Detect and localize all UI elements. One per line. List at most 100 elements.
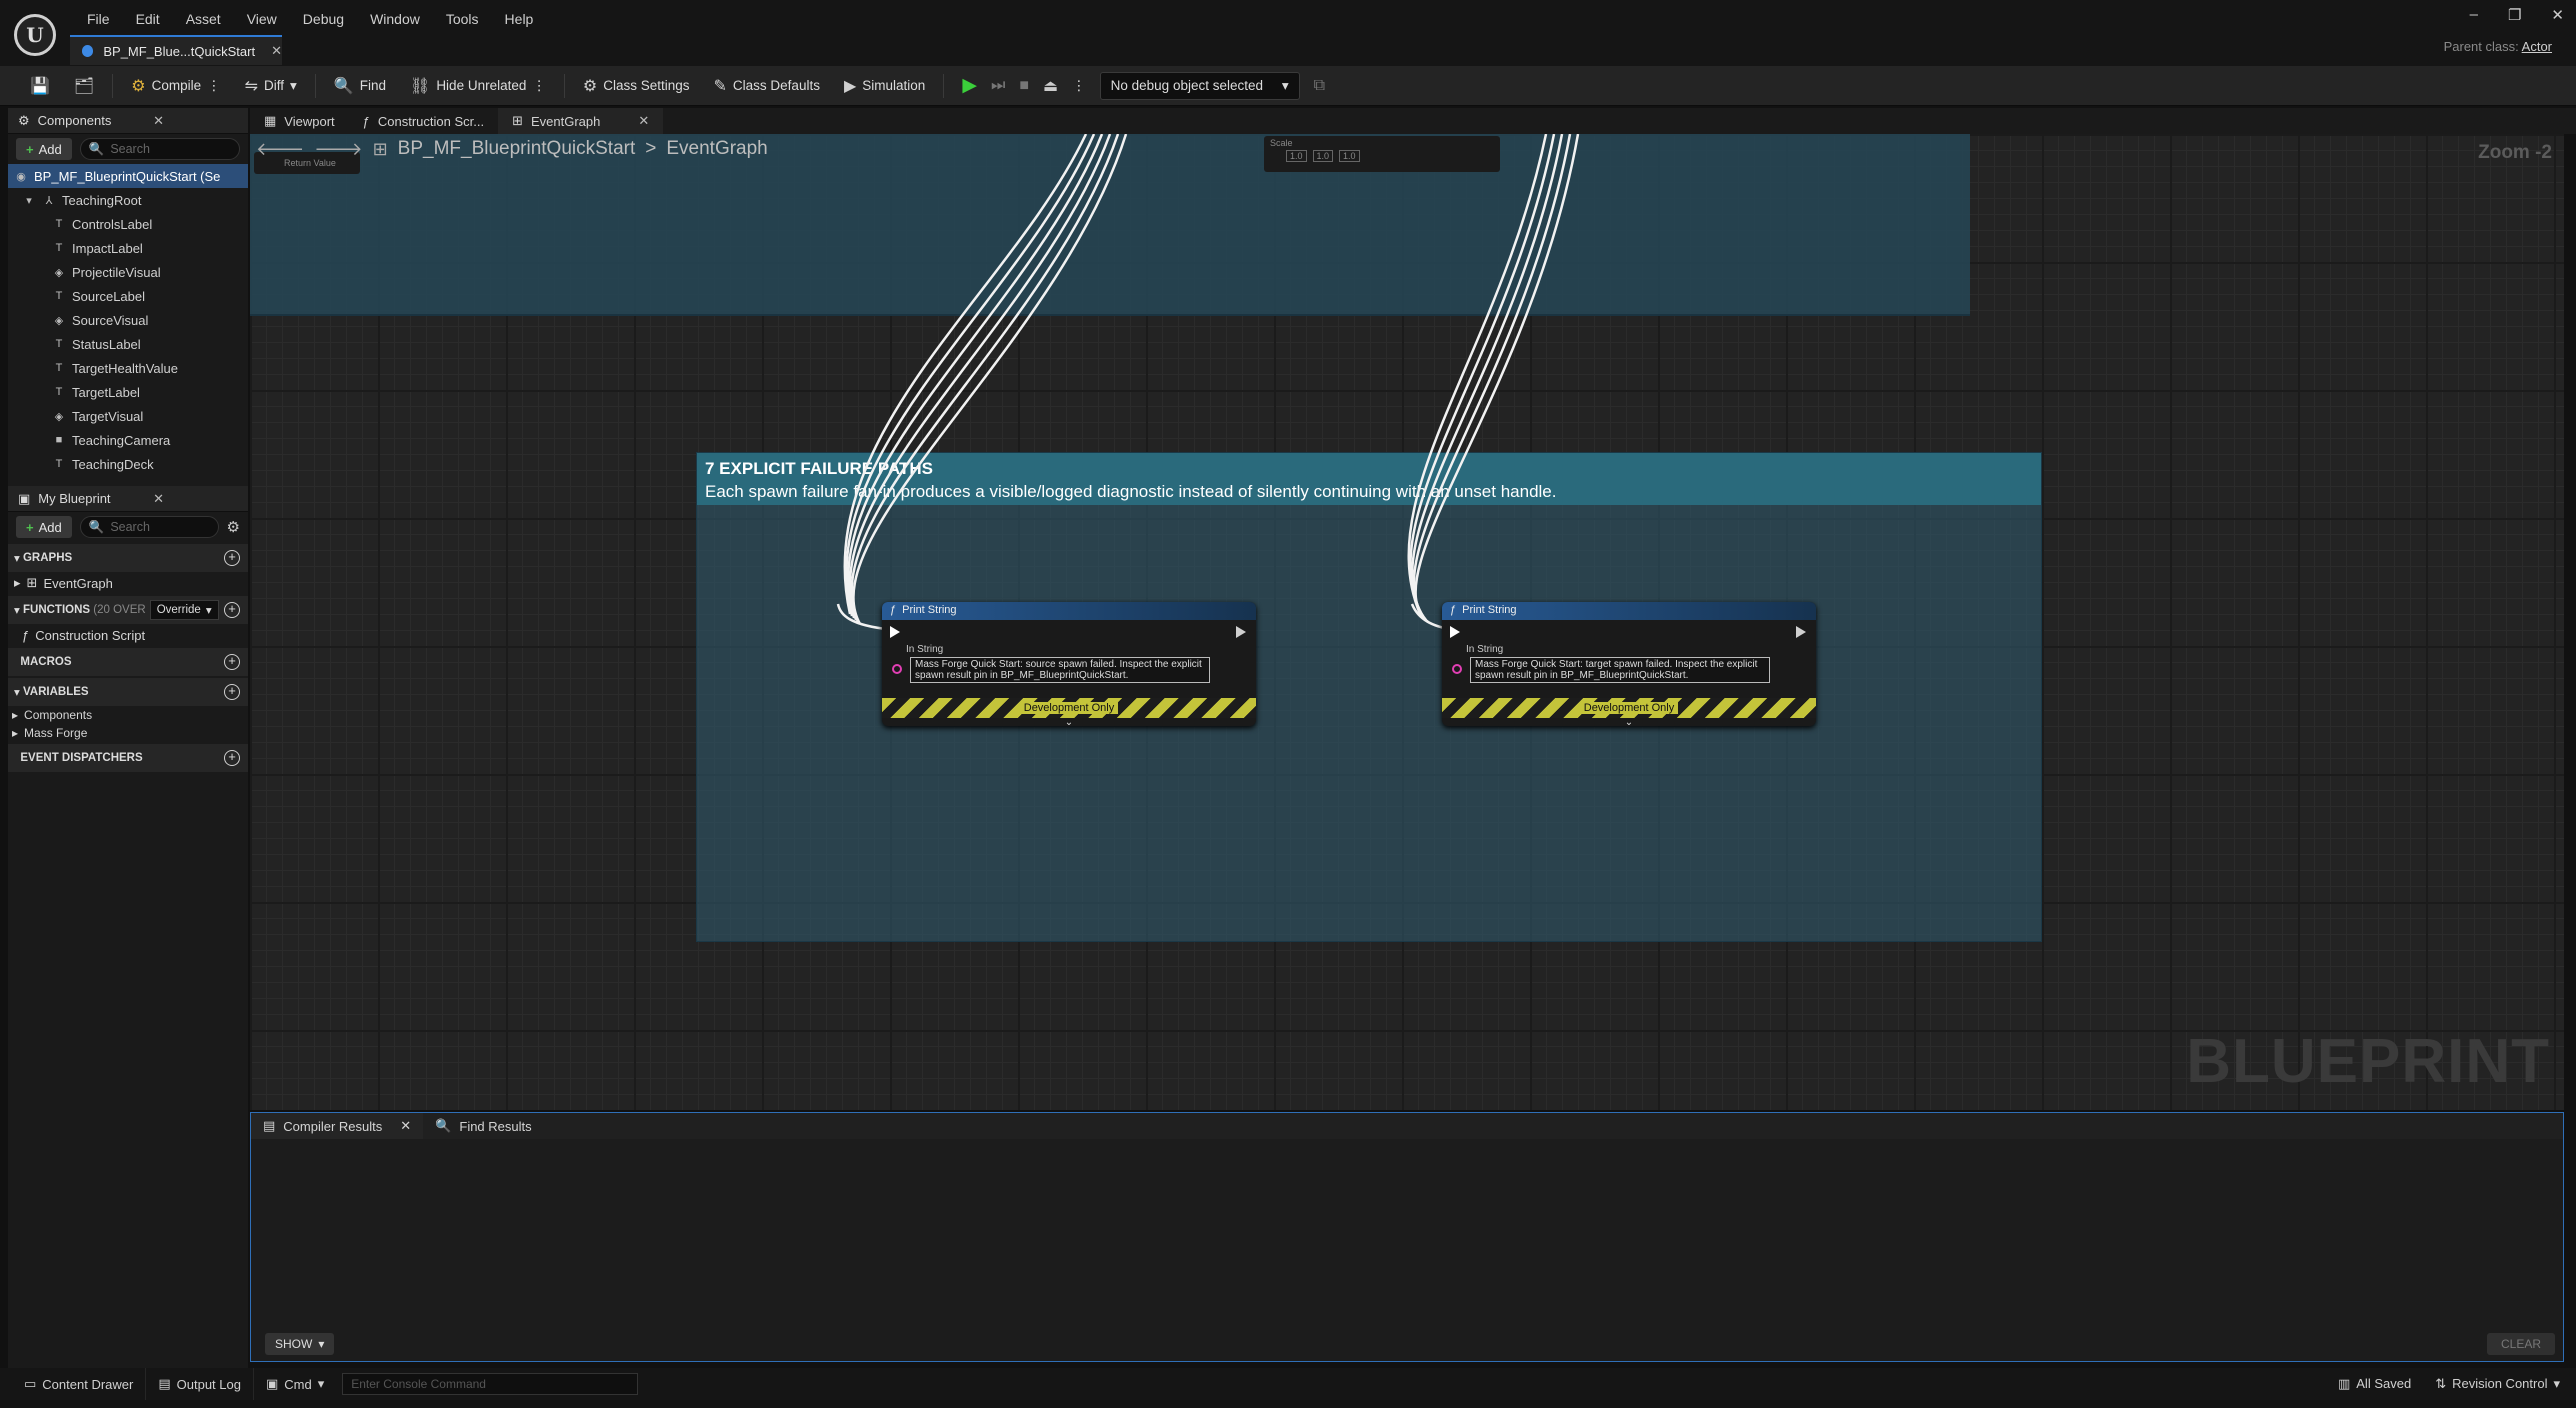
class-defaults-button[interactable]: ✎ Class Defaults	[704, 71, 830, 101]
content-drawer-button[interactable]: ▭ Content Drawer	[12, 1368, 147, 1400]
tree-item[interactable]: ◈ SourceVisual	[8, 308, 248, 332]
close-icon[interactable]: ✕	[153, 113, 164, 129]
eject-icon[interactable]: ⏏	[1043, 76, 1058, 96]
play-icon[interactable]: ▶	[962, 74, 977, 97]
tree-item[interactable]: T SourceLabel	[8, 284, 248, 308]
menu-view[interactable]: View	[234, 10, 290, 28]
graph-canvas[interactable]: Scale 1.0 1.0 1.0 Return Value 🡐 🡒 ⊞ BP_…	[250, 134, 2564, 1110]
override-dropdown[interactable]: Override ▾	[149, 600, 219, 620]
browse-button[interactable]: 🗂	[64, 71, 104, 101]
exec-in-pin[interactable]	[1450, 626, 1460, 638]
menu-edit[interactable]: Edit	[123, 10, 173, 28]
simulation-button[interactable]: ▶ Simulation	[834, 71, 935, 101]
close-icon[interactable]: ✕	[153, 491, 164, 507]
tree-item[interactable]: T TeachingDeck	[8, 452, 248, 476]
more-options-icon[interactable]: ⋮	[207, 78, 221, 94]
expand-chevron-icon[interactable]: ⌄	[1065, 717, 1073, 726]
my-blueprint-search-input[interactable]: 🔍 Search	[79, 516, 219, 538]
graphs-section[interactable]: ▾ GRAPHS +	[8, 544, 248, 572]
add-component-button[interactable]: + Add	[16, 138, 72, 160]
menu-file[interactable]: File	[74, 10, 123, 28]
gear-icon[interactable]: ⚙	[227, 518, 240, 536]
add-macro-icon[interactable]: +	[224, 654, 240, 670]
save-button[interactable]: 💾	[20, 71, 60, 101]
menu-window[interactable]: Window	[357, 10, 433, 28]
tree-item[interactable]: ◈ ProjectileVisual	[8, 260, 248, 284]
string-pin[interactable]	[1452, 664, 1462, 674]
close-icon[interactable]: ✕	[400, 1118, 411, 1134]
menu-asset[interactable]: Asset	[173, 10, 234, 28]
components-tab[interactable]: ⚙ Components ✕	[8, 108, 248, 134]
in-string-input[interactable]: Mass Forge Quick Start: target spawn fai…	[1470, 657, 1770, 683]
tab-construction-script[interactable]: ƒ Construction Scr...	[349, 108, 498, 134]
functions-section[interactable]: ▾ FUNCTIONS (20 OVER Override ▾ +	[8, 596, 248, 624]
all-saved-indicator[interactable]: ▥ All Saved	[2338, 1376, 2411, 1392]
print-string-node[interactable]: ƒ Print String In String Mass Forge Quick…	[1442, 602, 1816, 726]
revision-control-button[interactable]: ⇅ Revision Control ▾	[2435, 1376, 2560, 1392]
expand-chevron-icon[interactable]: ⌄	[1625, 717, 1633, 726]
tab-compiler-results[interactable]: ▤ Compiler Results ✕	[251, 1113, 424, 1139]
in-string-input[interactable]: Mass Forge Quick Start: source spawn fai…	[910, 657, 1210, 683]
add-variable-icon[interactable]: +	[224, 684, 240, 700]
tree-teaching-root[interactable]: ▾ ⅄ TeachingRoot	[8, 188, 248, 212]
macros-section[interactable]: MACROS +	[8, 648, 248, 676]
variable-group[interactable]: ▸ Mass Forge	[8, 724, 248, 742]
diff-button[interactable]: ⇋ Diff ▾	[235, 71, 307, 101]
my-blueprint-tab[interactable]: ▣ My Blueprint ✕	[8, 486, 248, 512]
event-dispatchers-section[interactable]: EVENT DISPATCHERS +	[8, 744, 248, 772]
tree-item[interactable]: T StatusLabel	[8, 332, 248, 356]
tree-item[interactable]: ◈ TargetVisual	[8, 404, 248, 428]
tab-eventgraph[interactable]: ⊞ EventGraph ✕	[498, 108, 664, 134]
more-options-icon[interactable]: ⋮	[532, 78, 546, 94]
class-settings-button[interactable]: ⚙ Class Settings	[573, 71, 700, 101]
bottom-tabs: ▤ Compiler Results ✕ 🔍 Find Results	[251, 1113, 2563, 1139]
print-string-node[interactable]: ƒ Print String In String Mass Forge Quick…	[882, 602, 1256, 726]
add-graph-icon[interactable]: +	[224, 550, 240, 566]
tree-root[interactable]: ◉ BP_MF_BlueprintQuickStart (Se	[8, 164, 248, 188]
close-window-icon[interactable]: ✕	[2551, 6, 2564, 24]
function-item[interactable]: ƒ Construction Script	[8, 624, 248, 646]
tree-item[interactable]: T ControlsLabel	[8, 212, 248, 236]
asset-tab[interactable]: BP_MF_Blue...tQuickStart ✕	[70, 35, 282, 65]
hide-unrelated-button[interactable]: ⛓ Hide Unrelated ⋮	[400, 71, 556, 101]
debug-filter-button[interactable]: ⧉	[1304, 71, 1335, 101]
exec-out-pin[interactable]	[1236, 626, 1246, 638]
close-icon[interactable]: ✕	[271, 43, 282, 59]
restore-icon[interactable]: ❐	[2508, 6, 2521, 24]
variables-section[interactable]: ▾ VARIABLES +	[8, 678, 248, 706]
step-icon[interactable]: ⏭	[991, 77, 1005, 95]
minimize-icon[interactable]: –	[2470, 6, 2478, 24]
tab-viewport[interactable]: ▦ Viewport	[250, 108, 349, 134]
parent-class-link[interactable]: Actor	[2522, 39, 2552, 54]
cmd-dropdown[interactable]: ▣ Cmd ▾	[254, 1368, 336, 1400]
more-options-icon[interactable]: ⋮	[1072, 78, 1086, 94]
tab-find-results[interactable]: 🔍 Find Results	[423, 1113, 543, 1139]
add-member-button[interactable]: + Add	[16, 516, 72, 538]
stop-icon[interactable]: ■	[1019, 77, 1029, 95]
close-icon[interactable]: ✕	[638, 113, 649, 129]
unreal-logo-icon[interactable]: U	[14, 14, 56, 56]
components-title: Components	[37, 113, 112, 128]
menu-help[interactable]: Help	[492, 10, 547, 28]
exec-in-pin[interactable]	[890, 626, 900, 638]
clear-button[interactable]: CLEAR	[2486, 1333, 2555, 1355]
menu-tools[interactable]: Tools	[433, 10, 492, 28]
add-dispatcher-icon[interactable]: +	[224, 750, 240, 766]
graph-item-eventgraph[interactable]: ▸ ⊞ EventGraph	[8, 572, 248, 594]
console-input[interactable]: Enter Console Command	[342, 1373, 639, 1395]
variable-group[interactable]: ▸ Components	[8, 706, 248, 724]
find-button[interactable]: 🔍 Find	[324, 71, 396, 101]
add-function-icon[interactable]: +	[224, 602, 240, 618]
tree-item[interactable]: ■ TeachingCamera	[8, 428, 248, 452]
show-button[interactable]: SHOW ▾	[265, 1333, 335, 1355]
menu-debug[interactable]: Debug	[290, 10, 357, 28]
tree-item[interactable]: T TargetLabel	[8, 380, 248, 404]
output-log-button[interactable]: ▤ Output Log	[146, 1368, 254, 1400]
components-search-input[interactable]: 🔍 Search	[79, 138, 240, 160]
exec-out-pin[interactable]	[1796, 626, 1806, 638]
tree-item[interactable]: T TargetHealthValue	[8, 356, 248, 380]
string-pin[interactable]	[892, 664, 902, 674]
compile-button[interactable]: ⚙ Compile ⋮	[121, 71, 230, 101]
debug-object-select[interactable]: No debug object selected ▾	[1099, 71, 1300, 100]
tree-item[interactable]: T ImpactLabel	[8, 236, 248, 260]
